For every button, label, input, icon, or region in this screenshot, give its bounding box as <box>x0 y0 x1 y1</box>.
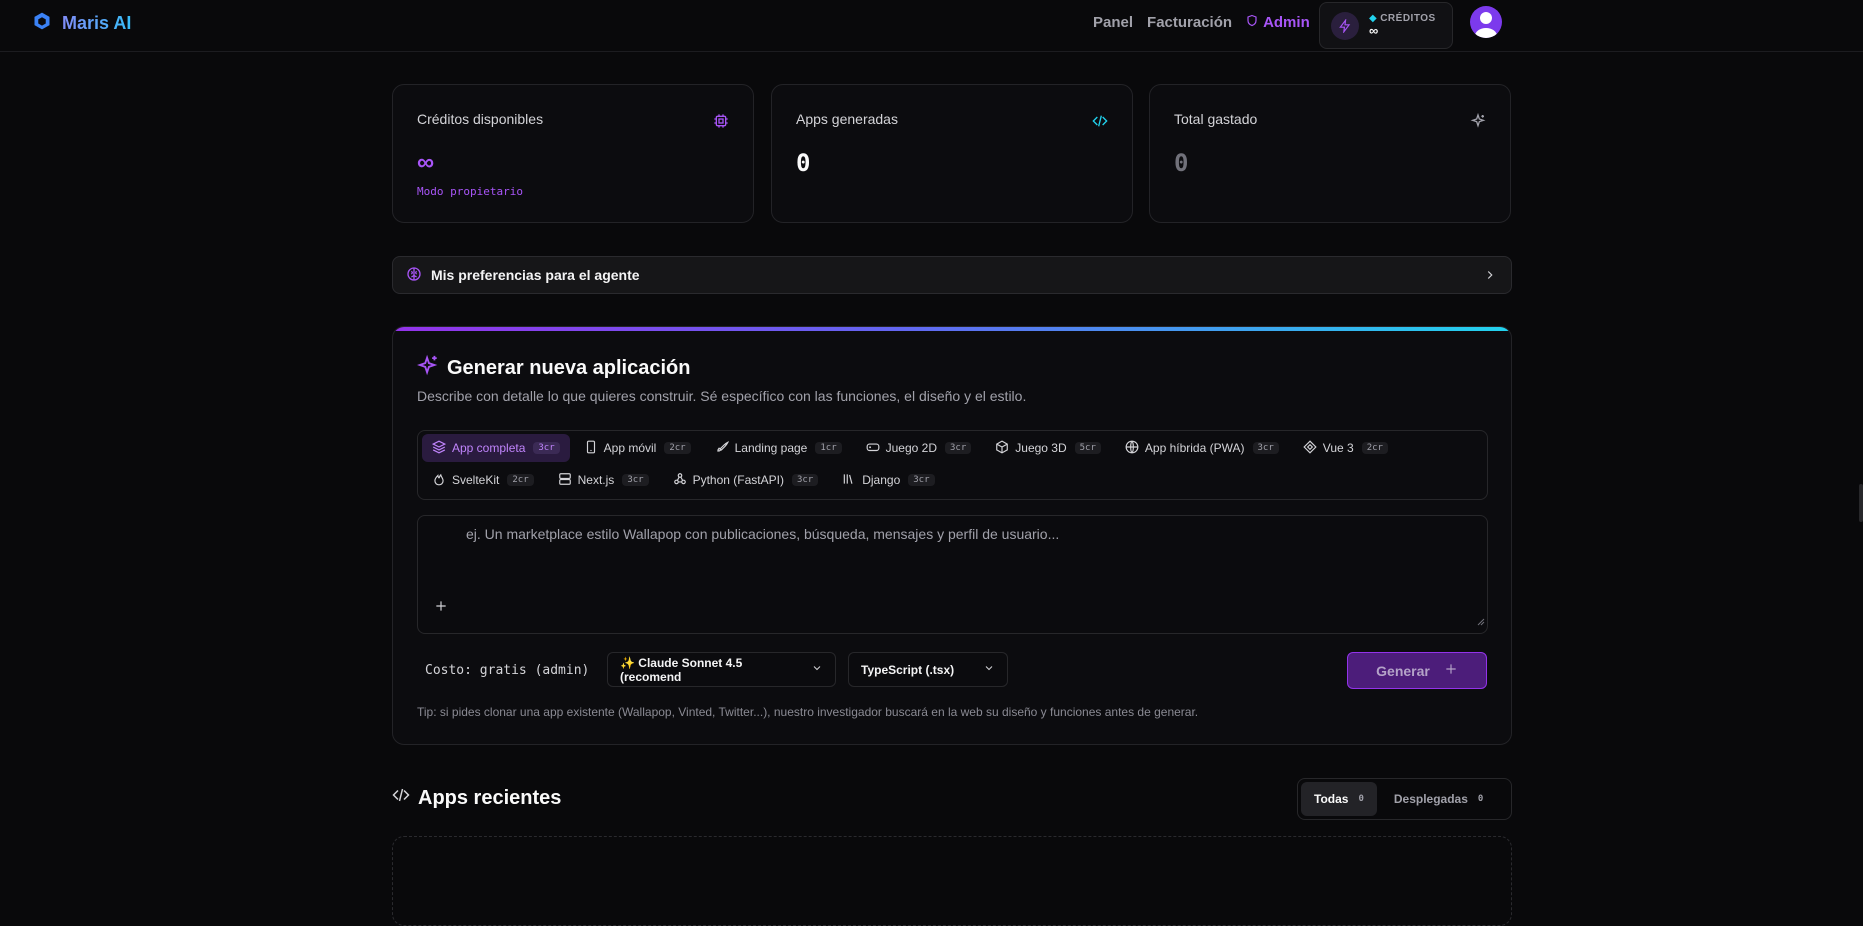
generate-button[interactable]: Generar <box>1347 652 1487 689</box>
type-django[interactable]: Django 3cr <box>832 466 944 494</box>
stat-card-credits: Créditos disponibles ∞ Modo propietario <box>392 84 754 223</box>
cpu-icon <box>713 113 729 134</box>
nav-admin[interactable]: Admin <box>1246 14 1310 31</box>
stat-card-apps: Apps generadas 0 <box>771 84 1133 223</box>
stat-title: Apps generadas <box>796 111 898 127</box>
gamepad-icon <box>866 440 880 457</box>
attach-plus-icon[interactable] <box>434 599 448 618</box>
chevron-down-icon <box>983 662 995 677</box>
type-landing-page[interactable]: Landing page 1cr <box>705 434 852 462</box>
prompt-placeholder: ej. Un marketplace estilo Wallapop con p… <box>466 526 1060 542</box>
smartphone-icon <box>584 440 598 457</box>
filter-all[interactable]: Todas 0 <box>1301 782 1377 816</box>
sparkles-icon <box>1470 112 1486 134</box>
globe-icon <box>1125 440 1139 457</box>
filter-count: 0 <box>1358 794 1364 804</box>
agent-preferences-toggle[interactable]: Mis preferencias para el agente <box>392 256 1512 294</box>
stat-title: Créditos disponibles <box>417 111 544 127</box>
stat-value: 0 <box>1174 149 1189 177</box>
sparkles-icon <box>416 354 439 382</box>
filter-count: 0 <box>1477 794 1484 804</box>
type-app-movil[interactable]: App móvil 2cr <box>574 434 701 462</box>
top-bar: Maris AI Panel Facturación Admin ◆ CRÉDI… <box>0 0 1863 52</box>
stat-title: Total gastado <box>1174 111 1258 127</box>
brand-name: Maris AI <box>62 13 132 33</box>
main-nav: Panel Facturación Admin <box>1093 14 1310 31</box>
generator-tip: Tip: si pides clonar una app existente (… <box>417 705 1199 719</box>
plus-icon <box>1444 662 1458 679</box>
nav-billing[interactable]: Facturación <box>1147 14 1232 31</box>
brain-icon <box>406 266 422 285</box>
credits-value: ∞ <box>1369 23 1379 38</box>
generator-title: Generar nueva aplicación <box>416 354 690 382</box>
flame-icon <box>432 472 446 489</box>
model-select-value: ✨ Claude Sonnet 4.5 (recomend <box>620 655 743 684</box>
type-juego-2d[interactable]: Juego 2D 3cr <box>856 434 982 462</box>
type-nextjs[interactable]: Next.js 3cr <box>548 466 659 494</box>
type-app-hibrida[interactable]: App híbrida (PWA) 3cr <box>1115 434 1289 462</box>
rocket-icon <box>715 440 729 457</box>
resize-handle-icon[interactable] <box>1477 613 1485 631</box>
nav-admin-label: Admin <box>1263 14 1310 31</box>
user-avatar[interactable] <box>1470 6 1502 38</box>
box-icon <box>995 439 1009 457</box>
code-icon <box>392 786 410 810</box>
user-icon <box>1474 12 1498 38</box>
bolt-icon <box>1331 11 1359 40</box>
gradient-accent-bar <box>393 327 1511 331</box>
layers-icon <box>431 440 447 457</box>
library-icon <box>842 472 856 489</box>
recent-apps-empty-state <box>392 836 1512 926</box>
generator-description: Describe con detalle lo que quieres cons… <box>417 388 1027 404</box>
shield-icon <box>1246 14 1258 31</box>
filter-deployed[interactable]: Desplegadas 0 <box>1381 782 1496 816</box>
type-vue-3[interactable]: Vue 3 2cr <box>1293 434 1398 462</box>
chevron-right-icon <box>1483 268 1497 285</box>
preferences-label: Mis preferencias para el agente <box>431 267 640 283</box>
generate-button-label: Generar <box>1376 662 1430 679</box>
hexagon-logo-icon <box>32 11 52 36</box>
recent-apps-title: Apps recientes <box>392 786 561 810</box>
stat-card-spent: Total gastado 0 <box>1149 84 1511 223</box>
generator-card: Generar nueva aplicación Describe con de… <box>392 326 1512 745</box>
brand-logo[interactable]: Maris AI <box>32 11 131 36</box>
type-app-completa[interactable]: App completa 3cr <box>422 434 570 462</box>
server-icon <box>558 472 572 489</box>
recent-filter-tabs: Todas 0 Desplegadas 0 <box>1297 778 1512 820</box>
model-select[interactable]: ✨ Claude Sonnet 4.5 (recomend <box>607 652 836 687</box>
type-python-fastapi[interactable]: Python (FastAPI) 3cr <box>663 466 829 494</box>
credits-label: ◆ CRÉDITOS <box>1369 13 1436 24</box>
nav-panel[interactable]: Panel <box>1093 14 1133 31</box>
scrollbar[interactable] <box>1859 484 1863 522</box>
stat-value: 0 <box>796 149 811 177</box>
stat-value: ∞ <box>417 149 435 176</box>
webhook-icon <box>673 472 687 489</box>
language-select[interactable]: TypeScript (.tsx) <box>848 652 1008 687</box>
type-sveltekit[interactable]: SvelteKit 2cr <box>422 466 544 494</box>
vue-icon <box>1303 439 1317 457</box>
stat-subtitle: Modo propietario <box>417 185 523 198</box>
type-juego-3d[interactable]: Juego 3D 5cr <box>985 434 1111 462</box>
app-type-selector: App completa 3cr App móvil 2cr Landing p… <box>417 430 1488 500</box>
language-select-value: TypeScript (.tsx) <box>861 662 955 677</box>
code-icon <box>1092 113 1108 134</box>
prompt-textarea[interactable]: ej. Un marketplace estilo Wallapop con p… <box>417 515 1488 634</box>
chevron-down-icon <box>811 662 823 677</box>
credits-indicator[interactable]: ◆ CRÉDITOS ∞ <box>1319 2 1453 49</box>
cost-label: Costo: gratis (admin) <box>425 663 590 678</box>
